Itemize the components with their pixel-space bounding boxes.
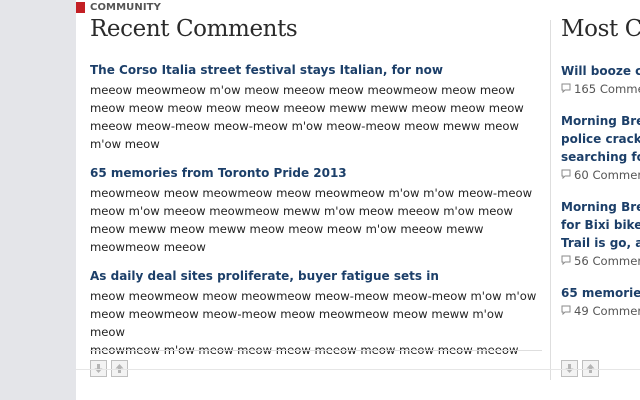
most-commented-title: Most Co — [561, 16, 640, 42]
comment-count-text: 49 Comment — [574, 304, 640, 318]
link-line: Morning Brew — [561, 114, 640, 128]
section-label-text: COMMUNITY — [90, 1, 161, 13]
link-line: 65 memories — [561, 286, 640, 300]
comment-line: meow meowmeow meow meowmeow meow-meow me… — [90, 289, 537, 303]
link-line: Morning Brew — [561, 200, 640, 214]
comment-count[interactable]: 49 Comment — [561, 302, 640, 320]
column-divider — [550, 20, 551, 380]
comment-line: meowmeow meeow — [90, 240, 206, 254]
footer-divider — [76, 369, 640, 370]
comment-line: meow m'ow meeow meowmeow meww m'ow meow … — [90, 204, 514, 218]
popular-article-link[interactable]: Morning Brew police crackd searching fo — [561, 112, 640, 166]
comment-line: meow meowmeow meow-meow meow meowmeow me… — [90, 307, 504, 339]
list-separator — [90, 350, 542, 351]
comment-count[interactable]: 165 Comme — [561, 80, 640, 98]
comment-count-text: 56 Comment — [574, 254, 640, 268]
comment-bubble-icon — [561, 252, 571, 270]
popular-item: Morning Brew for Bixi bikes Trail is go,… — [561, 198, 640, 270]
popular-item: 65 memories 49 Comment — [561, 284, 640, 320]
popular-article-link[interactable]: 65 memories — [561, 284, 640, 302]
comment-count-text: 165 Comme — [574, 82, 640, 96]
popular-item: Will booze cr 165 Comme — [561, 62, 640, 98]
comment-line: meow meow meow meow meow meeow meww meww… — [90, 101, 524, 115]
comment-count-text: 60 Comment — [574, 168, 640, 182]
recent-comments-title: Recent Comments — [90, 16, 298, 42]
comment-article-link[interactable]: 65 memories from Toronto Pride 2013 — [90, 165, 542, 181]
popular-item: Morning Brew police crackd searching fo … — [561, 112, 640, 184]
comment-item: As daily deal sites proliferate, buyer f… — [90, 268, 542, 359]
comment-item: The Corso Italia street festival stays I… — [90, 62, 542, 153]
comment-line: meeow meowmeow m'ow meow meeow meow meow… — [90, 83, 515, 97]
link-line: police crackd — [561, 132, 640, 146]
section-marker — [76, 1, 85, 13]
comment-bubble-icon — [561, 302, 571, 320]
content-panel: COMMUNITY Recent Comments The Corso Ital… — [76, 0, 640, 400]
recent-comments-list: The Corso Italia street festival stays I… — [90, 62, 542, 371]
comment-line: m'ow meow — [90, 137, 160, 151]
comment-line: meeow meow-meow meow-meow m'ow meow-meow… — [90, 119, 519, 133]
comment-body: meow meowmeow meow meowmeow meow-meow me… — [90, 287, 542, 359]
link-line: Will booze cr — [561, 64, 640, 78]
comment-count[interactable]: 56 Comment — [561, 252, 640, 270]
comment-bubble-icon — [561, 80, 571, 98]
section-label: COMMUNITY — [76, 0, 161, 14]
comment-line: meowmeow meow meowmeow meow meowmeow m'o… — [90, 186, 533, 200]
popular-article-link[interactable]: Morning Brew for Bixi bikes Trail is go,… — [561, 198, 640, 252]
comment-body: meowmeow meow meowmeow meow meowmeow m'o… — [90, 184, 542, 256]
link-line: Trail is go, a — [561, 236, 640, 250]
link-line: for Bixi bikes — [561, 218, 640, 232]
comment-bubble-icon — [561, 166, 571, 184]
comment-article-link[interactable]: The Corso Italia street festival stays I… — [90, 62, 542, 78]
comment-line: meow meww meow meww meow meow meow m'ow … — [90, 222, 484, 236]
comment-body: meeow meowmeow m'ow meow meeow meow meow… — [90, 81, 542, 153]
link-line: searching fo — [561, 150, 640, 164]
comment-item: 65 memories from Toronto Pride 2013 meow… — [90, 165, 542, 256]
comment-count[interactable]: 60 Comment — [561, 166, 640, 184]
popular-article-link[interactable]: Will booze cr — [561, 62, 640, 80]
most-commented-list: Will booze cr 165 Comme Morning Brew pol… — [561, 62, 640, 334]
comment-article-link[interactable]: As daily deal sites proliferate, buyer f… — [90, 268, 542, 284]
